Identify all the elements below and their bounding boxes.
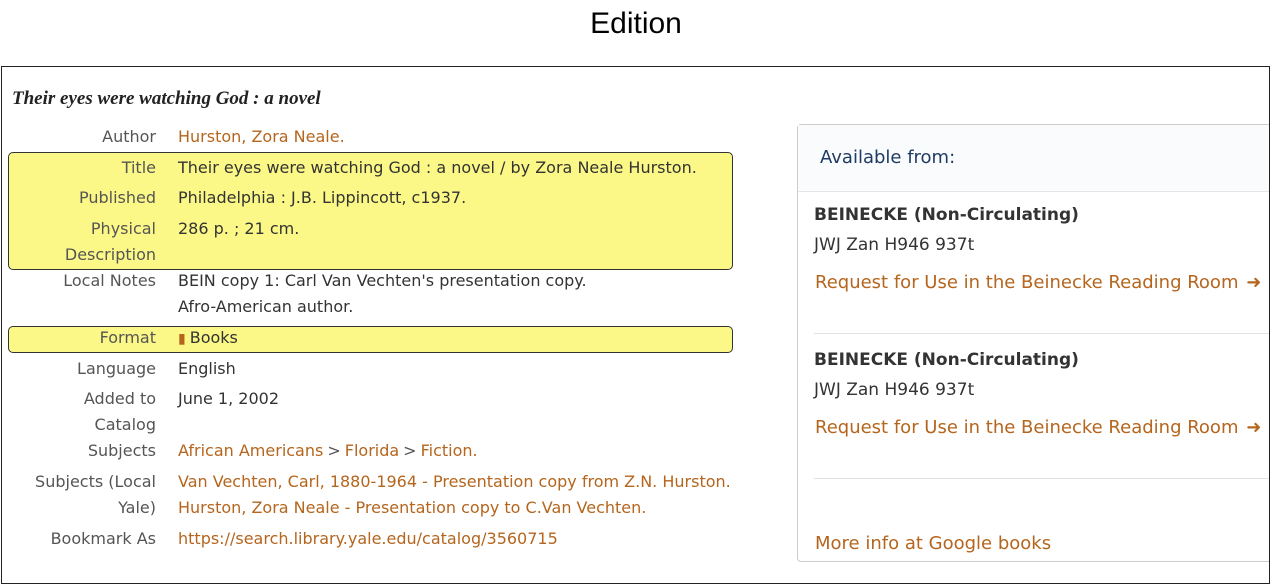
subjects-local-label-line1: Subjects (Local bbox=[35, 472, 156, 491]
format-value: ▮ Books bbox=[178, 325, 238, 352]
subjects-local-link-1[interactable]: Van Vechten, Carl, 1880-1964 - Presentat… bbox=[178, 469, 731, 495]
subjects-local-link-2[interactable]: Hurston, Zora Neale - Presentation copy … bbox=[178, 495, 646, 521]
subject-separator: > bbox=[327, 441, 341, 460]
request-link-label: Request for Use in the Beinecke Reading … bbox=[815, 417, 1239, 438]
local-notes-line2: Afro-American author. bbox=[178, 297, 354, 316]
subjects-local-label-line2: Yale) bbox=[118, 498, 156, 517]
added-label-line2: Catalog bbox=[94, 415, 156, 434]
added-label-line1: Added to bbox=[83, 389, 156, 408]
availability-title: Available from: bbox=[820, 147, 956, 168]
physical-value: 286 p. ; 21 cm. bbox=[178, 219, 300, 238]
location-divider bbox=[814, 478, 1269, 479]
language-label: Language bbox=[77, 359, 156, 378]
author-link[interactable]: Hurston, Zora Neale. bbox=[178, 124, 345, 150]
arrow-right-icon: ➜ bbox=[1246, 272, 1262, 293]
location-name: BEINECKE (Non-Circulating) bbox=[814, 350, 1079, 370]
subject-link-florida[interactable]: Florida bbox=[345, 441, 399, 460]
location-name: BEINECKE (Non-Circulating) bbox=[814, 205, 1079, 225]
local-notes-label: Local Notes bbox=[63, 271, 156, 290]
language-value: English bbox=[178, 359, 236, 378]
physical-label-line1: Physical bbox=[90, 219, 156, 238]
subject-link-african-americans[interactable]: African Americans bbox=[178, 441, 323, 460]
request-link-label: Request for Use in the Beinecke Reading … bbox=[815, 272, 1239, 293]
record-frame: Their eyes were watching God : a novel A… bbox=[1, 66, 1270, 584]
title-label: Title bbox=[121, 158, 156, 177]
bookmark-label: Bookmark As bbox=[50, 529, 156, 548]
location-call-number: JWJ Zan H946 937t bbox=[814, 235, 975, 255]
location-divider bbox=[814, 333, 1269, 334]
book-icon: ▮ bbox=[178, 331, 186, 347]
record-title: Their eyes were watching God : a novel bbox=[12, 88, 321, 109]
added-value: June 1, 2002 bbox=[178, 389, 279, 408]
format-text: Books bbox=[189, 328, 238, 347]
subject-link-fiction[interactable]: Fiction. bbox=[421, 441, 478, 460]
arrow-right-icon: ➜ bbox=[1246, 417, 1262, 438]
author-label: Author bbox=[102, 127, 156, 146]
title-value: Their eyes were watching God : a novel /… bbox=[178, 158, 697, 177]
request-link[interactable]: Request for Use in the Beinecke Reading … bbox=[815, 272, 1261, 293]
local-notes-line1: BEIN copy 1: Carl Van Vechten's presenta… bbox=[178, 271, 587, 290]
location-call-number: JWJ Zan H946 937t bbox=[814, 380, 975, 400]
subjects-label: Subjects bbox=[87, 441, 156, 460]
subjects-value: African Americans > Florida > Fiction. bbox=[178, 438, 478, 464]
bookmark-link[interactable]: https://search.library.yale.edu/catalog/… bbox=[178, 526, 558, 552]
page-heading: Edition bbox=[590, 7, 682, 40]
google-books-link[interactable]: More info at Google books bbox=[815, 533, 1051, 554]
subject-separator: > bbox=[403, 441, 417, 460]
availability-header: Available from: bbox=[798, 125, 1269, 192]
format-label: Format bbox=[99, 328, 156, 347]
request-link[interactable]: Request for Use in the Beinecke Reading … bbox=[815, 417, 1261, 438]
availability-panel: Available from: BEINECKE (Non-Circulatin… bbox=[797, 124, 1269, 562]
published-value: Philadelphia : J.B. Lippincott, c1937. bbox=[178, 188, 467, 207]
published-label: Published bbox=[78, 188, 156, 207]
physical-label-line2: Description bbox=[64, 245, 156, 264]
